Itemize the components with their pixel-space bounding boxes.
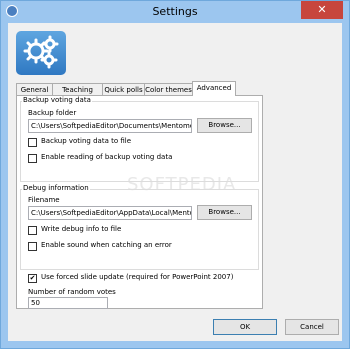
close-button[interactable]: ✕ (301, 1, 343, 19)
random-votes-input[interactable]: 50 (28, 297, 108, 309)
title-bar[interactable]: Settings ✕ (1, 1, 349, 23)
debug-filename-label: Filename (28, 196, 60, 204)
window-title: Settings (152, 5, 198, 18)
random-votes-label: Number of random votes (28, 288, 116, 296)
enable-sound-label: Enable sound when catching an error (41, 241, 172, 249)
backup-to-file-checkbox[interactable] (28, 138, 37, 147)
tab-advanced[interactable]: Advanced (192, 81, 236, 96)
enable-sound-checkbox[interactable] (28, 242, 37, 251)
debug-group-label: Debug information (22, 184, 90, 192)
backup-to-file-label: Backup voting data to file (41, 137, 132, 145)
write-debug-checkbox[interactable] (28, 226, 37, 235)
gears-icon (16, 31, 66, 75)
tab-general[interactable]: General (16, 83, 53, 95)
backup-folder-input[interactable]: C:\Users\SoftpediaEditor\Documents\Mento… (28, 119, 192, 133)
tab-quick-polls[interactable]: Quick polls (102, 83, 145, 95)
backup-folder-label: Backup folder (28, 109, 77, 117)
debug-browse-button[interactable]: Browse... (197, 205, 252, 220)
enable-reading-backup-checkbox[interactable] (28, 154, 37, 163)
settings-window: Settings ✕ General Teaching Quick polls … (0, 0, 350, 349)
debug-filename-input[interactable]: C:\Users\SoftpediaEditor\AppData\Local\M… (28, 206, 192, 220)
dialog-client-area: General Teaching tools Quick polls Color… (8, 23, 342, 341)
cancel-button[interactable]: Cancel (285, 319, 339, 335)
enable-reading-backup-label: Enable reading of backup voting data (41, 153, 173, 161)
tab-color-themes[interactable]: Color themes (144, 83, 193, 95)
forced-slide-checkbox[interactable]: ✔ (28, 274, 37, 283)
backup-group-label: Backup voting data (22, 96, 92, 104)
write-debug-label: Write debug info to file (41, 225, 122, 233)
backup-browse-button[interactable]: Browse... (197, 118, 252, 133)
forced-slide-label: Use forced slide update (required for Po… (41, 273, 234, 281)
advanced-tab-panel: SOFTPEDIA Backup voting data Backup fold… (16, 95, 263, 309)
ok-button[interactable]: OK (213, 319, 277, 335)
tab-teaching-tools[interactable]: Teaching tools (52, 83, 103, 106)
